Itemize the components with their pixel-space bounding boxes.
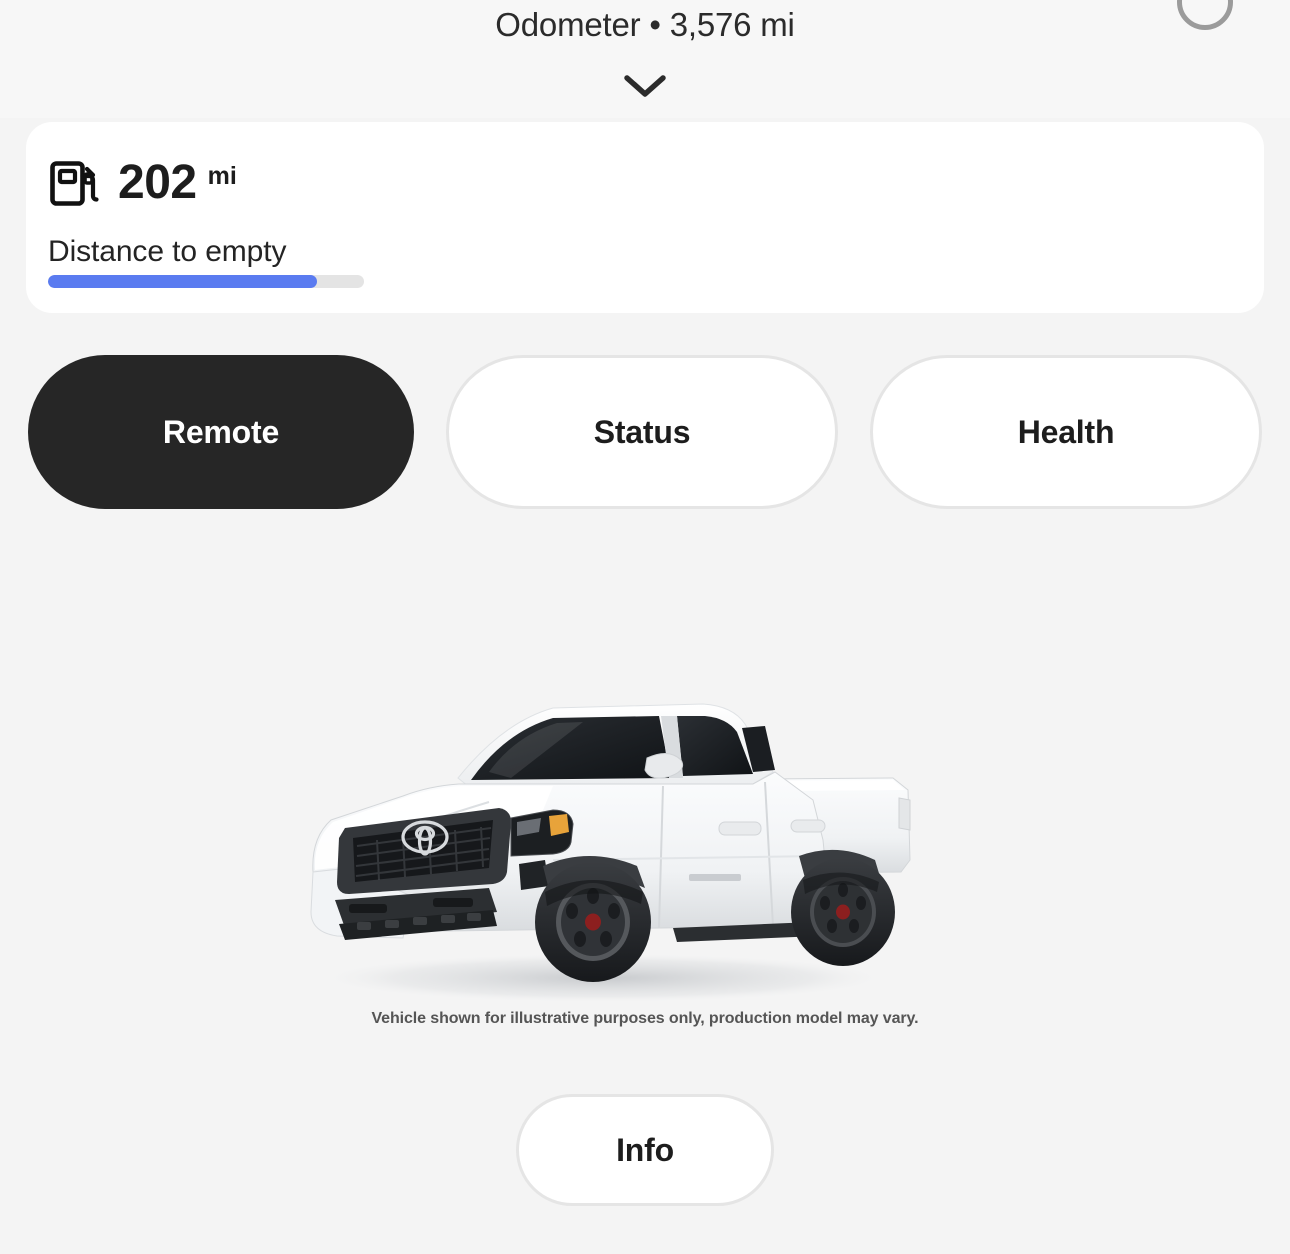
distance-to-empty-unit: mi: [207, 161, 237, 190]
tab-remote[interactable]: Remote: [28, 355, 414, 509]
distance-to-empty-label: Distance to empty: [48, 235, 287, 268]
vehicle-image-area: [0, 530, 1290, 1050]
tab-health[interactable]: Health: [870, 355, 1262, 509]
distance-to-empty-card[interactable]: 202 mi Distance to empty: [26, 122, 1264, 313]
vehicle-disclaimer-text: Vehicle shown for illustrative purposes …: [371, 1010, 919, 1027]
distance-to-empty-value: 202: [118, 156, 197, 209]
fuel-pump-icon: [50, 161, 99, 206]
chevron-down-icon: [624, 75, 666, 97]
fuel-level-fill: [48, 275, 317, 288]
info-button[interactable]: Info: [516, 1094, 774, 1206]
collapse-panel-button[interactable]: [609, 64, 681, 108]
tab-status[interactable]: Status: [446, 355, 838, 509]
section-tab-bar: Remote Status Health: [28, 355, 1262, 509]
toyota-tacoma-pickup-image: [303, 703, 911, 1004]
fuel-level-track: [48, 275, 364, 288]
fuel-value-row: 202 mi: [48, 156, 237, 210]
app-header: Odometer • 3,576 mi: [0, 0, 1290, 118]
odometer-readout: Odometer • 3,576 mi: [495, 6, 795, 43]
